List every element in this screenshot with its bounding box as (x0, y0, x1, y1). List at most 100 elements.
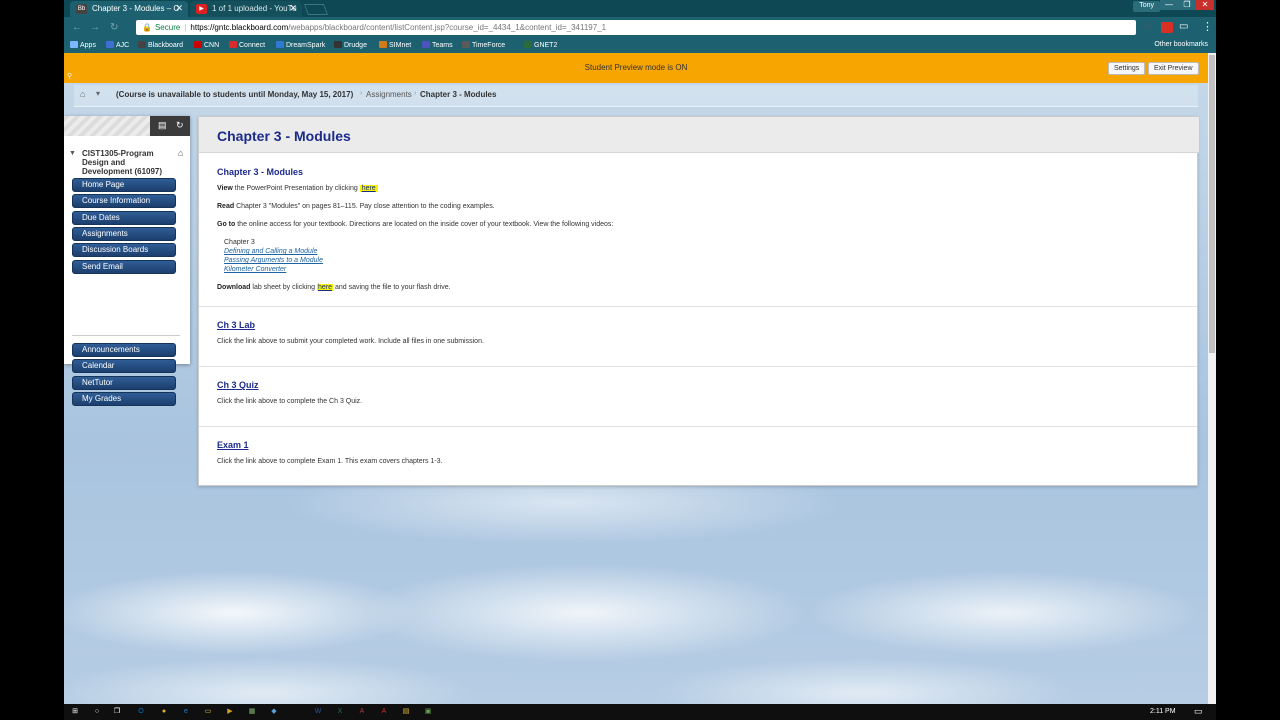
tab-strip: Bb Chapter 3 - Modules – C ✕ ▶ 1 of 1 up… (64, 0, 1216, 17)
notification-icon[interactable]: ▭ (1194, 706, 1203, 717)
edge-icon[interactable]: e (181, 707, 191, 717)
bookmark-item[interactable]: GNET2 (524, 41, 557, 49)
bookmark-item[interactable]: Drudge (334, 41, 367, 49)
tab-close-icon[interactable]: ✕ (289, 3, 297, 14)
video-link[interactable]: Passing Arguments to a Module (224, 257, 323, 264)
bookmark-item[interactable]: Blackboard (138, 41, 183, 49)
word-icon[interactable]: W (313, 707, 323, 717)
forward-icon[interactable]: → (90, 22, 100, 33)
exam-link[interactable]: Exam 1 (217, 440, 249, 450)
scrollbar-thumb[interactable] (1209, 55, 1215, 353)
address-bar[interactable]: 🔒 Secure | https://gntc.blackboard.com/weba… (136, 20, 1136, 35)
view-bold: View (217, 185, 233, 192)
access-icon[interactable]: A (357, 707, 367, 717)
course-menu-item-send-email[interactable]: Send Email (72, 259, 176, 274)
bookmark-favicon-icon (138, 41, 146, 48)
breadcrumb-course[interactable]: (Course is unavailable to students until… (116, 90, 353, 99)
other-bookmarks[interactable]: Other bookmarks (1154, 41, 1208, 48)
task-view-icon[interactable]: ❐ (112, 707, 122, 717)
back-icon[interactable]: ← (72, 22, 82, 33)
outlook-icon[interactable]: O (136, 707, 146, 717)
bookmark-favicon-icon (524, 41, 532, 48)
course-menu-item-home-page[interactable]: Home Page (72, 178, 176, 192)
youtube-favicon-icon: ▶ (196, 4, 207, 14)
tab-close-icon[interactable]: ✕ (175, 3, 183, 14)
acrobat-icon[interactable]: A (379, 707, 389, 717)
powerpoint-link[interactable]: here (359, 185, 378, 192)
breadcrumb-menu-icon[interactable]: ▾ (96, 89, 100, 98)
course-menu-item-assignments[interactable]: Assignments (72, 226, 176, 241)
content-area: Chapter 3 - Modules Chapter 3 - Modules … (198, 116, 1199, 486)
collapse-arrow-icon[interactable]: ▼ (69, 150, 76, 157)
course-menu-item-discussion-boards[interactable]: Discussion Boards (72, 243, 176, 258)
reload-icon[interactable]: ↻ (110, 22, 118, 33)
course-home-icon[interactable]: ⌂ (178, 148, 183, 158)
bookmark-favicon-icon (462, 41, 470, 48)
extension-icon[interactable] (1161, 22, 1173, 33)
student-preview-bar: ⚲ Student Preview mode is ON Settings Ex… (64, 53, 1208, 83)
bookmark-star-icon[interactable]: ☆ (1144, 21, 1153, 32)
profile-button[interactable]: Tony (1133, 1, 1160, 12)
bookmark-favicon-icon (379, 41, 387, 48)
tab-youtube[interactable]: ▶ 1 of 1 uploaded - YouTu ✕ (190, 1, 302, 17)
exit-preview-button[interactable]: Exit Preview (1148, 62, 1199, 75)
download-instruction: Download lab sheet by clicking here and … (217, 284, 451, 291)
video-link[interactable]: Kilometer Converter (224, 266, 286, 273)
bookmark-favicon-icon (229, 41, 237, 48)
bookmark-item[interactable]: Teams (422, 41, 453, 49)
quiz-link[interactable]: Ch 3 Quiz (217, 380, 259, 390)
file-explorer-icon[interactable]: ▭ (203, 707, 213, 717)
notes-icon[interactable]: ▤ (401, 707, 411, 717)
new-tab-button[interactable] (303, 4, 329, 15)
course-menu-item-due-dates[interactable]: Due Dates (72, 210, 176, 225)
bookmark-item[interactable]: DreamSpark (276, 41, 325, 49)
bookmark-label: Drudge (344, 42, 367, 49)
chrome-icon[interactable]: ● (159, 707, 169, 717)
maximize-button[interactable]: ❐ (1178, 0, 1196, 10)
cortana-icon[interactable]: ○ (92, 707, 102, 717)
item-description: Click the link above to submit your comp… (217, 338, 484, 345)
course-menu-item-calendar[interactable]: Calendar (72, 359, 176, 374)
cast-icon[interactable]: ▭ (1179, 21, 1188, 32)
recorder-icon[interactable]: ▣ (423, 707, 433, 717)
bookmark-label: TimeForce (472, 42, 506, 49)
taskbar-clock[interactable]: 2:11 PM (1150, 708, 1176, 715)
course-menu-item-announcements[interactable]: Announcements (72, 343, 176, 357)
bookmark-item[interactable]: Apps (70, 41, 96, 49)
breadcrumb-assignments[interactable]: Assignments (366, 90, 412, 99)
bookmark-label: CNN (204, 42, 220, 49)
video-link[interactable]: Defining and Calling a Module (224, 248, 317, 255)
bookmark-item[interactable]: AJC (106, 41, 129, 49)
refresh-icon[interactable]: ↻ (176, 120, 184, 131)
preview-settings-button[interactable]: Settings (1108, 62, 1146, 75)
content-item-quiz: Ch 3 Quiz Click the link above to comple… (199, 367, 1197, 427)
tab-blackboard[interactable]: Bb Chapter 3 - Modules – C ✕ (70, 1, 188, 17)
chrome-menu-icon[interactable]: ⋮ (1202, 20, 1213, 33)
course-title[interactable]: CIST1305-Program Design and Development … (82, 149, 174, 176)
windows-start-icon[interactable]: ⊞ (70, 707, 80, 717)
close-window-button[interactable]: ✕ (1196, 0, 1214, 10)
bookmark-item[interactable]: SIMnet (379, 41, 411, 49)
app-icon[interactable]: ◆ (269, 707, 279, 717)
minimize-button[interactable]: — (1160, 0, 1178, 10)
breadcrumb-separator-icon: › (414, 90, 417, 97)
lab-link[interactable]: Ch 3 Lab (217, 320, 255, 330)
media-icon[interactable]: ▶ (225, 707, 235, 717)
bookmark-item[interactable]: Connect (229, 41, 265, 49)
page-scrollbar[interactable] (1208, 53, 1216, 704)
bookmark-item[interactable]: TimeForce (462, 41, 505, 49)
course-menu-item-my-grades[interactable]: My Grades (72, 391, 176, 406)
home-icon[interactable]: ⌂ (80, 89, 85, 99)
course-menu-item-nettutor[interactable]: NetTutor (72, 375, 176, 390)
bookmark-label: SIMnet (389, 42, 412, 49)
excel-icon[interactable]: X (335, 707, 345, 717)
item-description: Click the link above to complete Exam 1.… (217, 458, 443, 465)
page-viewport: ⚲ Student Preview mode is ON Settings Ex… (64, 53, 1208, 704)
image-viewer-icon[interactable]: ▦ (247, 707, 257, 717)
course-menu-item-course-information[interactable]: Course Information (72, 194, 176, 209)
menu-view-icon[interactable]: ▤ (158, 120, 167, 131)
course-menu-divider (72, 335, 180, 336)
bookmark-item[interactable]: CNN (194, 41, 219, 49)
lab-sheet-link[interactable]: here (317, 284, 334, 291)
goto-bold: Go to (217, 221, 236, 228)
